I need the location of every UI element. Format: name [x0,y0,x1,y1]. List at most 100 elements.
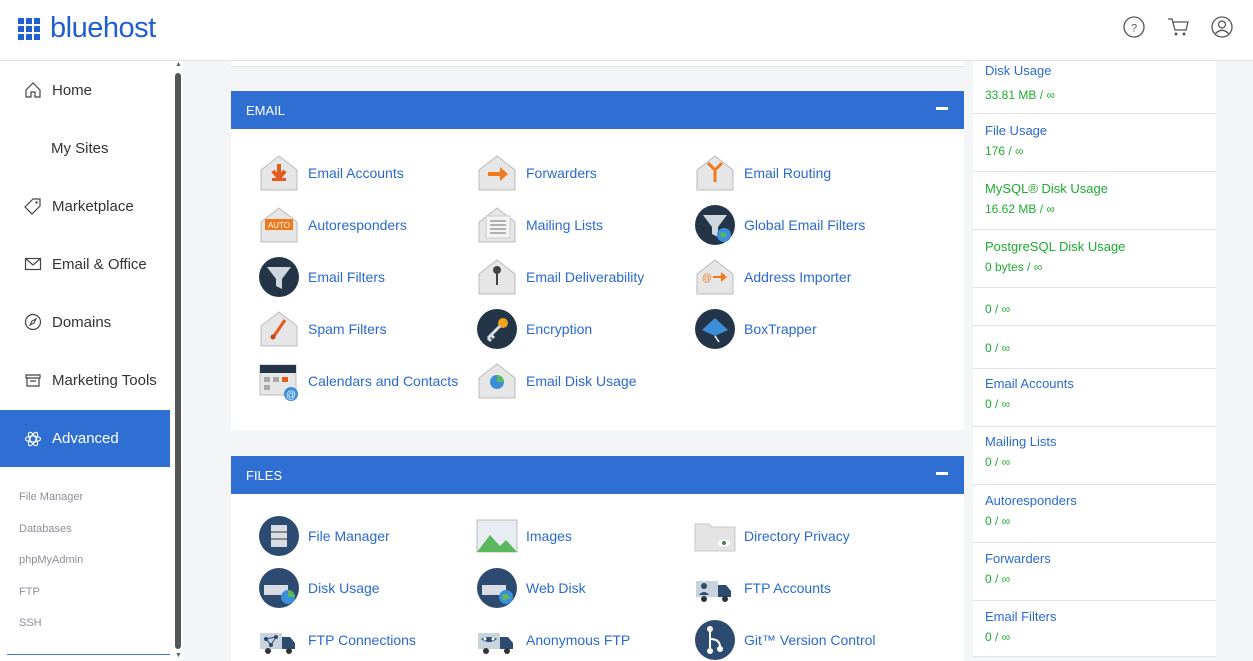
stats-panel: Disk Usage 33.81 MB / ∞ File Usage 176 /… [973,61,1253,661]
ftp-truck-user-icon [696,581,731,602]
scroll-up-icon[interactable]: ▲ [175,61,182,68]
file-manager-link[interactable]: File Manager [258,515,390,557]
mail-key-icon [478,259,516,295]
directory-privacy-link[interactable]: Directory Privacy [694,515,850,557]
calendar-icon: @ [259,364,298,401]
sidebar-item-label: Domains [52,313,112,331]
stat-email-accounts: Email Accounts 0 / ∞ [973,369,1216,427]
sidebar-item-label: Email & Office [52,255,147,273]
help-icon[interactable]: ? [1121,14,1147,40]
stat-unlabeled: 0 / ∞ [973,326,1216,369]
subnav-file-manager[interactable]: File Manager [19,491,83,503]
sidebar-scrollbar[interactable]: ▲ ▼ [173,61,183,661]
email-deliverability-link[interactable]: Email Deliverability [476,256,644,298]
subnav-ssh[interactable]: SSH [19,617,42,629]
compass-icon [24,313,42,331]
mail-routing-icon [696,155,734,191]
mail-disk-icon [478,363,516,399]
ftp-truck-network-icon [260,633,295,654]
boxtrapper-icon [695,309,735,349]
svg-text:@: @ [702,273,712,284]
sidebar-item-label: Marketing Tools [52,371,157,389]
mail-forward-icon [478,155,516,191]
main-content: EMAIL Email Accounts Forwarders Email Ro… [183,61,973,661]
email-accounts-link[interactable]: Email Accounts [258,152,404,194]
mailing-lists-link[interactable]: Mailing Lists [476,204,603,246]
grid-logo-icon [18,17,40,40]
sidebar-item-label: My Sites [51,139,109,157]
anonymous-ftp-link[interactable]: Anonymous FTP [476,619,630,661]
key-icon [477,309,517,349]
mail-import-icon: @ [696,259,734,295]
svg-text:AUTO: AUTO [268,221,290,230]
account-icon[interactable] [1209,14,1235,40]
svg-text:?: ? [1131,23,1137,35]
cart-icon[interactable] [1165,14,1191,40]
files-section-header[interactable]: FILES [231,456,964,494]
home-icon [25,82,41,98]
stat-postgresql-disk-usage: PostgreSQL Disk Usage 0 bytes / ∞ [973,230,1216,288]
mail-list-icon [478,207,516,243]
envelope-icon [24,257,42,271]
autoresponders-link[interactable]: AUTO Autoresponders [258,204,407,246]
address-importer-link[interactable]: @ Address Importer [694,256,851,298]
sidebar-item-email-office[interactable]: Email & Office [0,236,170,292]
stat-autoresponders: Autoresponders 0 / ∞ [973,485,1216,543]
calendars-contacts-link[interactable]: @ Calendars and Contacts [258,360,458,402]
images-link[interactable]: Images [476,515,572,557]
sidebar-item-marketing-tools[interactable]: Marketing Tools [0,352,170,408]
email-disk-usage-link[interactable]: Email Disk Usage [476,360,636,402]
subnav-ftp[interactable]: FTP [19,586,40,598]
scrollbar-thumb[interactable] [175,73,181,649]
boxtrapper-link[interactable]: BoxTrapper [694,308,817,350]
ftp-truck-mask-icon [478,633,513,654]
ftp-accounts-link[interactable]: FTP Accounts [694,567,831,609]
collapse-icon[interactable] [936,107,948,110]
encryption-link[interactable]: Encryption [476,308,592,350]
sidebar-item-label: Home [52,81,93,99]
subnav-phpmyadmin[interactable]: phpMyAdmin [19,554,83,566]
spam-filters-link[interactable]: Spam Filters [258,308,387,350]
stat-mysql-disk-usage: MySQL® Disk Usage 16.62 MB / ∞ [973,172,1216,230]
sidebar-item-domains[interactable]: Domains [0,294,170,350]
panel-top-edge [231,61,964,67]
email-section-header[interactable]: EMAIL [231,91,964,129]
forwarders-link[interactable]: Forwarders [476,152,597,194]
sidebar-item-marketplace[interactable]: Marketplace [0,178,170,234]
subnav-databases[interactable]: Databases [19,523,72,535]
mail-download-icon [260,155,298,191]
stat-unlabeled: 0 / ∞ [973,288,1216,326]
sidebar: Home My Sites Marketplace Email & Office… [0,61,183,661]
store-icon [25,374,41,387]
disk-usage-icon [259,568,299,608]
divider [7,654,170,655]
stat-email-filters: Email Filters 0 / ∞ [973,601,1216,657]
atom-icon [24,431,42,446]
brand-logo[interactable]: bluehost [18,12,156,45]
ftp-connections-link[interactable]: FTP Connections [258,619,416,661]
mail-auto-icon: AUTO [260,207,298,243]
disk-usage-link[interactable]: Disk Usage [258,567,380,609]
collapse-icon[interactable] [936,472,948,475]
sidebar-item-label: Marketplace [52,197,134,215]
email-section-body: Email Accounts Forwarders Email Routing … [231,129,964,430]
sidebar-item-home[interactable]: Home [0,62,170,118]
git-version-control-link[interactable]: Git™ Version Control [694,619,876,661]
web-disk-link[interactable]: Web Disk [476,567,586,609]
global-email-filters-link[interactable]: Global Email Filters [694,204,865,246]
sidebar-item-advanced[interactable]: Advanced [0,410,170,467]
email-filters-link[interactable]: Email Filters [258,256,385,298]
global-filter-icon [695,205,735,245]
sidebar-item-my-sites[interactable]: My Sites [0,120,170,176]
stat-forwarders: Forwarders 0 / ∞ [973,543,1216,601]
stat-mailing-lists: Mailing Lists 0 / ∞ [973,427,1216,485]
web-disk-icon [477,568,517,608]
stat-disk-usage: Disk Usage 33.81 MB / ∞ [973,61,1216,114]
stat-file-usage: File Usage 176 / ∞ [973,114,1216,172]
email-routing-link[interactable]: Email Routing [694,152,831,194]
tag-icon [24,198,41,215]
filter-icon [259,257,299,297]
git-icon [695,620,735,660]
scroll-down-icon[interactable]: ▼ [175,652,182,659]
svg-text:@: @ [286,390,296,401]
